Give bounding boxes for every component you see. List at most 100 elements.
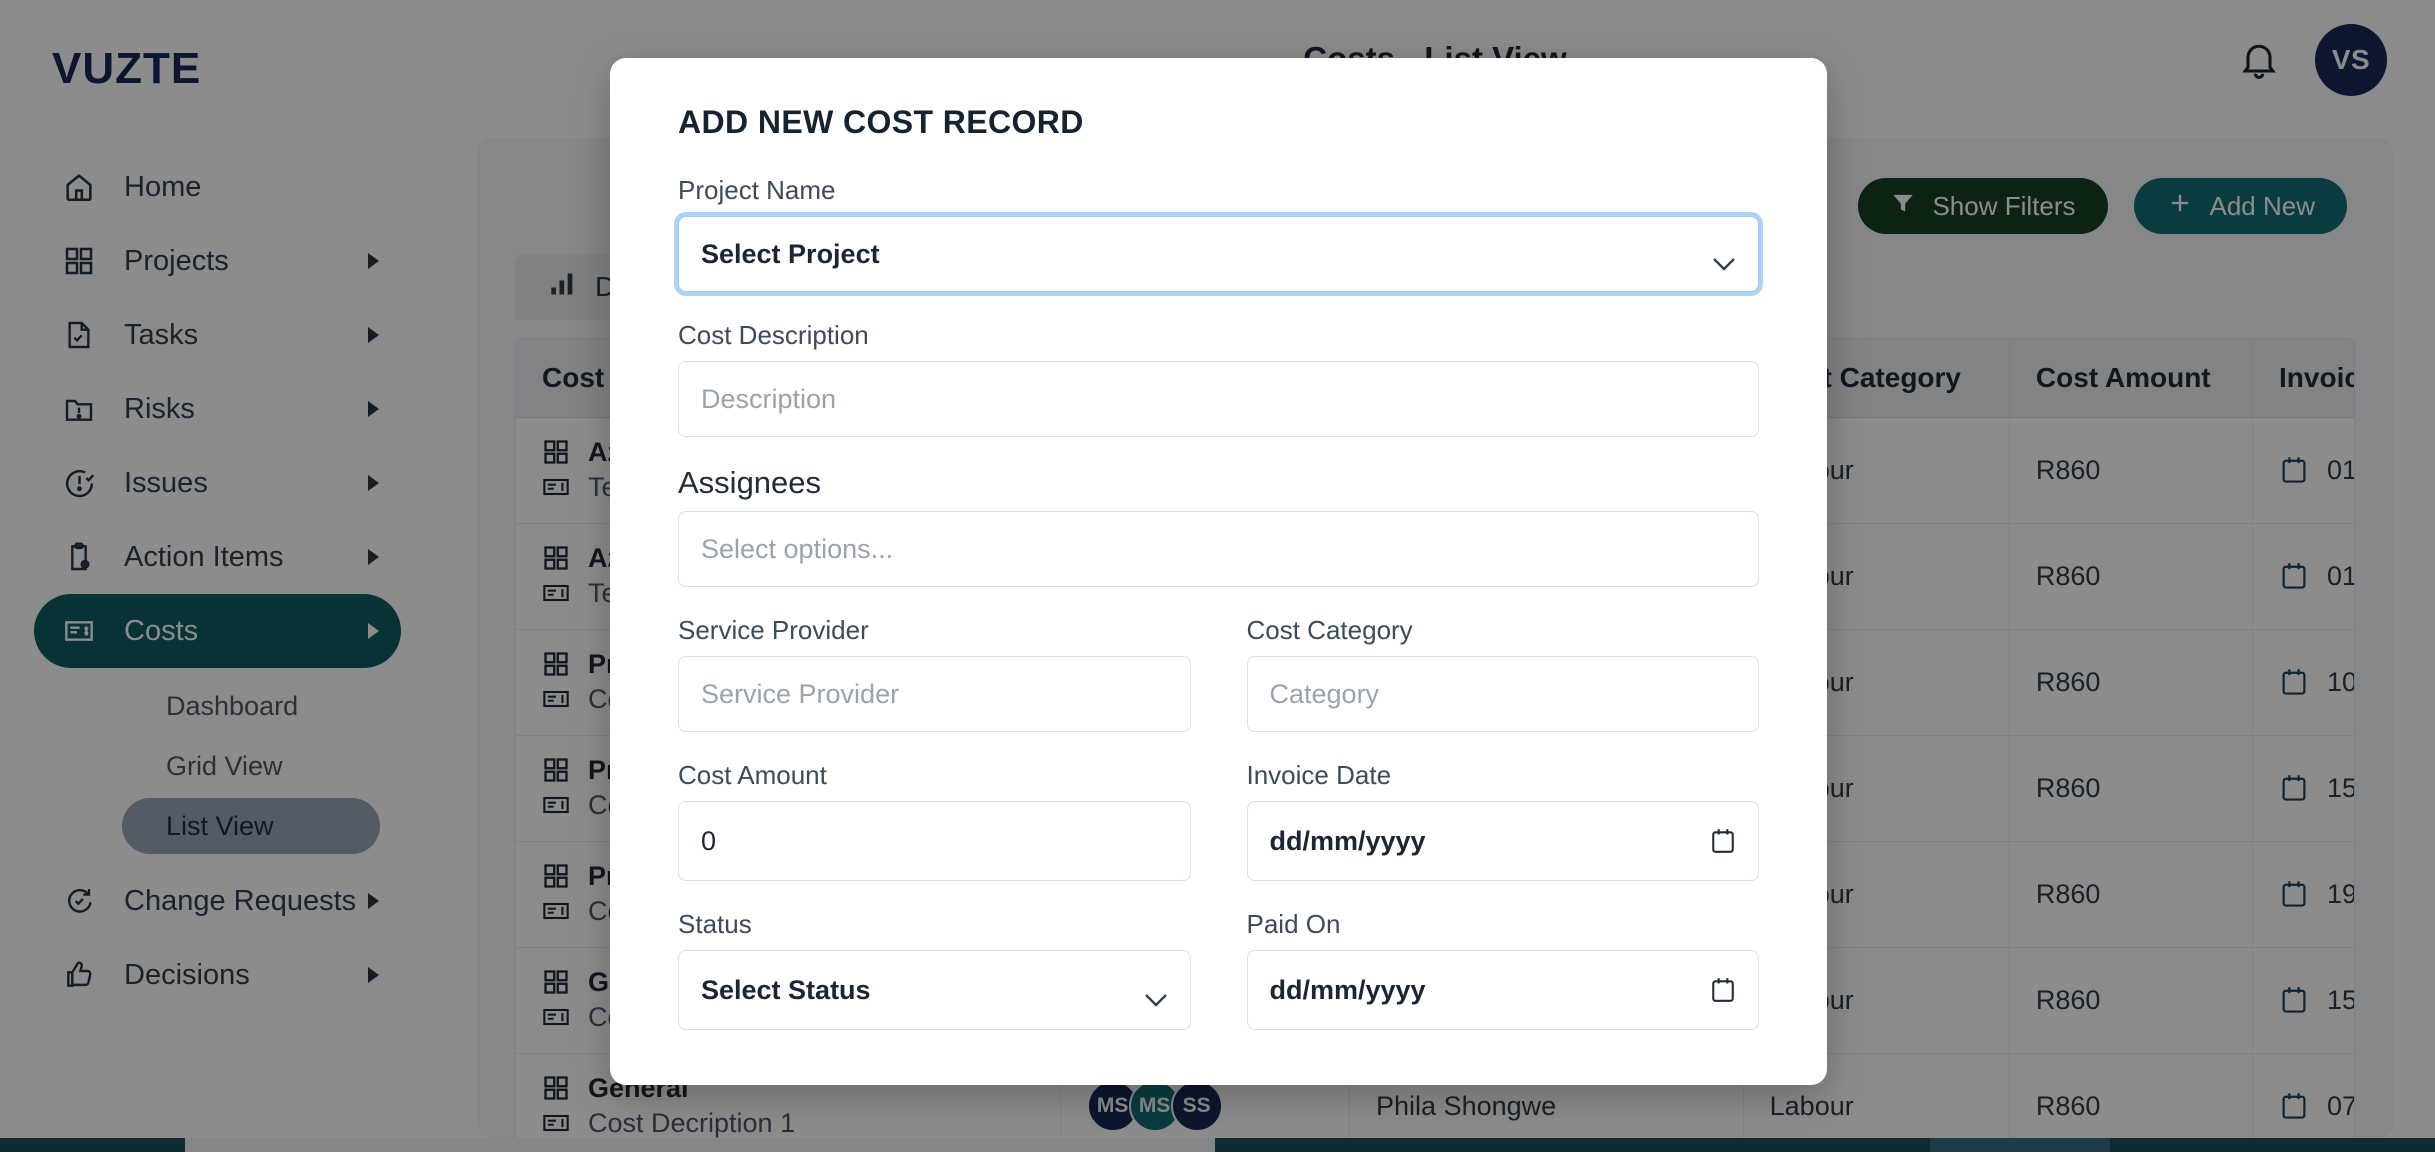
cost-description-label: Cost Description	[678, 320, 1759, 351]
topbar-actions: VS	[2237, 24, 2387, 96]
sidebar-item-label: Costs	[124, 615, 368, 648]
col-cost-amount[interactable]: Cost Amount	[2009, 339, 2252, 417]
invoice-date-value: dd/mm/yyyy	[1270, 826, 1426, 857]
avatar[interactable]: VS	[2315, 24, 2387, 96]
calendar-icon[interactable]	[1710, 826, 1736, 856]
cost-description-input[interactable]: Description	[678, 361, 1759, 437]
calendar-icon	[2279, 985, 2309, 1015]
sidebar-item-label: Decisions	[124, 959, 368, 992]
service-provider-placeholder: Service Provider	[701, 679, 899, 710]
grid-icon	[60, 242, 98, 280]
cost-amount-input[interactable]: 0	[678, 801, 1191, 881]
clipboard-clock-icon	[60, 538, 98, 576]
bottom-bar-segment-mid	[1215, 1138, 1435, 1152]
cost-category-field: Cost Category Category	[1247, 615, 1760, 732]
service-provider-input[interactable]: Service Provider	[678, 656, 1191, 732]
cost-amount-label: Cost Amount	[678, 760, 1191, 791]
cell-invoice-date: 01-Apr-2024	[2253, 523, 2355, 629]
sidebar-item-label: Risks	[124, 393, 368, 426]
service-provider-label: Service Provider	[678, 615, 1191, 646]
app-root: VUZTE Home Projects	[0, 0, 2435, 1152]
add-cost-record-modal: ADD NEW COST RECORD Project Name Select …	[610, 58, 1827, 1085]
chevron-right-icon	[368, 253, 379, 269]
clock-alert-icon	[60, 464, 98, 502]
grid-icon	[542, 650, 572, 680]
sidebar-subitem-list-view[interactable]: List View	[122, 798, 380, 854]
cell-invoice-date: 01-Apr-2024	[2253, 417, 2355, 523]
invoice-date-label: Invoice Date	[1247, 760, 1760, 791]
receipt-dollar-icon	[542, 473, 572, 503]
cost-category-placeholder: Category	[1270, 679, 1380, 710]
receipt-dollar-icon	[542, 1003, 572, 1033]
plus-icon	[2166, 189, 2194, 224]
sidebar-item-risks[interactable]: Risks	[34, 372, 401, 446]
chevron-right-icon	[368, 475, 379, 491]
cell-cost-amount: R860	[2009, 629, 2252, 735]
calendar-icon	[2279, 879, 2309, 909]
calendar-icon	[2279, 1091, 2309, 1121]
invoice-date-field: Invoice Date dd/mm/yyyy	[1247, 760, 1760, 881]
chevron-down-icon	[1144, 983, 1168, 997]
cost-category-label: Cost Category	[1247, 615, 1760, 646]
project-name-select[interactable]: Select Project	[678, 216, 1759, 292]
cost-amount-field: Cost Amount 0	[678, 760, 1191, 881]
sidebar: VUZTE Home Projects	[0, 0, 435, 1138]
sidebar-item-label: Projects	[124, 245, 368, 278]
assignees-multiselect[interactable]: Select options...	[678, 511, 1759, 587]
sidebar-item-issues[interactable]: Issues	[34, 446, 401, 520]
grid-icon	[542, 544, 572, 574]
assignees-placeholder: Select options...	[701, 534, 893, 565]
calendar-icon[interactable]	[1710, 975, 1736, 1005]
chevron-right-icon	[368, 967, 379, 983]
paid-on-label: Paid On	[1247, 909, 1760, 940]
cost-category-input[interactable]: Category	[1247, 656, 1760, 732]
show-filters-button[interactable]: Show Filters	[1858, 178, 2107, 234]
sidebar-item-action-items[interactable]: Action Items	[34, 520, 401, 594]
funnel-icon	[1890, 190, 1916, 223]
sidebar-item-label: Change Requests	[124, 885, 368, 918]
calendar-icon	[2279, 773, 2309, 803]
calendar-icon	[2279, 561, 2309, 591]
provider-category-row: Service Provider Service Provider Cost C…	[678, 615, 1759, 760]
receipt-dollar-icon	[542, 685, 572, 715]
bell-icon[interactable]	[2237, 38, 2281, 82]
document-check-icon	[60, 316, 98, 354]
avatar-group: MSMSSS	[1087, 1080, 1323, 1132]
assignees-label: Assignees	[678, 465, 1759, 501]
chevron-right-icon	[368, 401, 379, 417]
col-invoice-date[interactable]: Invoice Date	[2253, 339, 2355, 417]
invoice-date-input[interactable]: dd/mm/yyyy	[1247, 801, 1760, 881]
sidebar-subitem-grid-view[interactable]: Grid View	[122, 738, 380, 794]
status-value: Select Status	[701, 975, 871, 1006]
calendar-icon	[2279, 667, 2309, 697]
cell-cost-amount: R860	[2009, 735, 2252, 841]
cost-description-field: Cost Description Description	[678, 320, 1759, 437]
sidebar-item-tasks[interactable]: Tasks	[34, 298, 401, 372]
sidebar-subitem-dashboard[interactable]: Dashboard	[122, 678, 380, 734]
sidebar-item-change-requests[interactable]: Change Requests	[34, 864, 401, 938]
status-select[interactable]: Select Status	[678, 950, 1191, 1030]
modal-body: ADD NEW COST RECORD Project Name Select …	[610, 58, 1827, 1058]
receipt-dollar-icon	[542, 791, 572, 821]
receipt-dollar-icon	[542, 579, 572, 609]
cell-invoice-date: 15-Dec-2023	[2253, 735, 2355, 841]
chevron-down-icon	[1712, 247, 1736, 261]
grid-icon	[542, 756, 572, 786]
sidebar-item-decisions[interactable]: Decisions	[34, 938, 401, 1012]
sidebar-item-projects[interactable]: Projects	[34, 224, 401, 298]
paid-on-field: Paid On dd/mm/yyyy	[1247, 909, 1760, 1030]
sidebar-item-home[interactable]: Home	[34, 150, 401, 224]
receipt-dollar-icon	[60, 612, 98, 650]
grid-icon	[542, 438, 572, 468]
project-name-field: Project Name Select Project	[678, 175, 1759, 292]
sidebar-item-costs[interactable]: Costs	[34, 594, 401, 668]
brand-logo: VUZTE	[0, 26, 435, 94]
assignee-avatar[interactable]: SS	[1171, 1080, 1223, 1132]
status-field: Status Select Status	[678, 909, 1191, 1030]
sidebar-item-label: Home	[124, 171, 379, 204]
paid-on-input[interactable]: dd/mm/yyyy	[1247, 950, 1760, 1030]
add-new-button[interactable]: Add New	[2134, 178, 2348, 234]
cell-invoice-date: 10-Jan-2024	[2253, 629, 2355, 735]
sidebar-item-label: Issues	[124, 467, 368, 500]
receipt-dollar-icon	[542, 897, 572, 927]
